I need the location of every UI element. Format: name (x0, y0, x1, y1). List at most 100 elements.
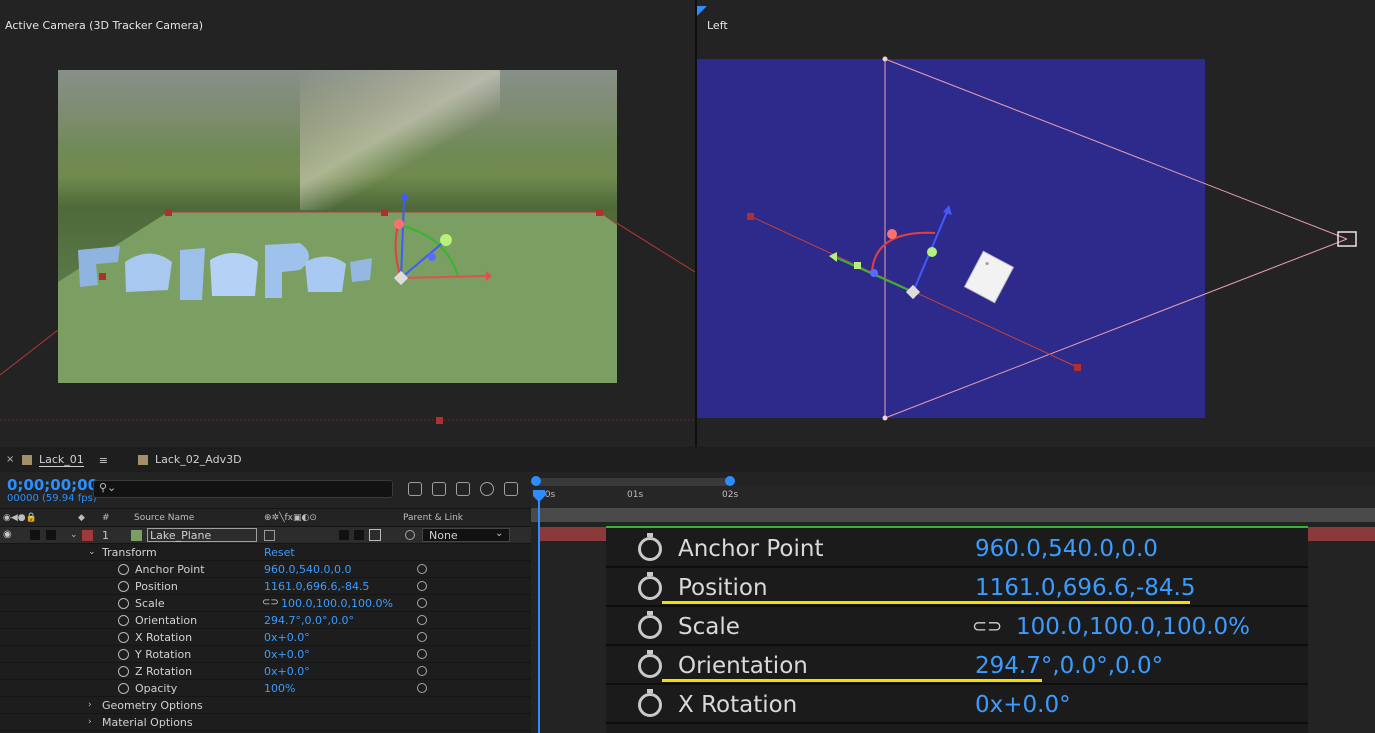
stopwatch-icon[interactable] (118, 666, 129, 677)
column-number: # (102, 513, 110, 523)
stopwatch-icon (638, 533, 662, 561)
time-ruler[interactable]: 00s 01s 02s (531, 486, 1375, 508)
property-row[interactable]: Scale ⊂⊃ 100.0,100.0,100.0% (0, 595, 531, 612)
property-row[interactable]: Y Rotation 0x+0.0° (0, 646, 531, 663)
zoom-property-value: 0x+0.0° (975, 692, 1071, 718)
property-value[interactable]: 0x+0.0° (264, 648, 310, 661)
stopwatch-icon[interactable] (118, 683, 129, 694)
stopwatch-icon[interactable] (118, 649, 129, 660)
motion-blur-icon[interactable] (480, 482, 494, 496)
zoom-property-value: 1161.0,696.6,-84.5 (975, 575, 1196, 601)
corner-handle (596, 209, 603, 216)
zoom-property-name: X Rotation (678, 692, 798, 718)
property-value[interactable]: 100% (264, 682, 295, 695)
constrain-proportions-icon[interactable]: ⊂⊃ (262, 597, 279, 608)
corner-handle (747, 213, 754, 220)
property-row[interactable]: Orientation 294.7°,0.0°,0.0° (0, 612, 531, 629)
pick-whip-icon[interactable] (417, 666, 427, 676)
zoom-row: X Rotation 0x+0.0° (606, 685, 1308, 724)
switches-icon[interactable]: ⊕✲╲fx▣◐⊙ (264, 513, 317, 523)
property-name: X Rotation (135, 631, 193, 644)
property-value[interactable]: 0x+0.0° (264, 665, 310, 678)
av-features-icon[interactable]: ◉◀●🔒 (3, 513, 37, 523)
pick-whip-icon[interactable] (417, 683, 427, 693)
solo-toggle[interactable] (30, 530, 40, 540)
column-parent-link[interactable]: Parent & Link (403, 513, 463, 523)
close-icon[interactable]: × (6, 454, 14, 465)
reset-link[interactable]: Reset (264, 546, 295, 559)
lock-toggle[interactable] (46, 530, 56, 540)
group-label: Material Options (102, 716, 193, 729)
stopwatch-icon[interactable] (118, 632, 129, 643)
chevron-down-icon[interactable]: ⌄ (495, 528, 503, 539)
zoom-property-value: 960.0,540.0,0.0 (975, 536, 1158, 562)
property-value[interactable]: 1161.0,696.6,-84.5 (264, 580, 369, 593)
group-label: Geometry Options (102, 699, 203, 712)
pick-whip-icon[interactable] (405, 530, 415, 540)
property-value[interactable]: 294.7°,0.0°,0.0° (264, 614, 354, 627)
column-source-name[interactable]: Source Name (134, 513, 194, 523)
stopwatch-icon[interactable] (118, 598, 129, 609)
navigator-end-handle[interactable] (725, 476, 735, 486)
pick-whip-icon[interactable] (417, 598, 427, 608)
property-row[interactable]: Position 1161.0,696.6,-84.5 (0, 578, 531, 595)
property-value[interactable]: 100.0,100.0,100.0% (281, 597, 393, 610)
geometry-options-row[interactable]: › Geometry Options (0, 697, 531, 714)
corner-handle (381, 209, 388, 216)
panel-menu-icon[interactable]: ≡ (99, 454, 108, 467)
chevron-down-icon[interactable]: ⌄ (70, 530, 78, 540)
transform-group-row[interactable]: ⌄ Transform Reset (0, 544, 531, 561)
layer-duration-bar[interactable] (538, 527, 608, 541)
pick-whip-icon[interactable] (417, 649, 427, 659)
active-camera-viewer[interactable]: Active Camera (3D Tracker Camera) (0, 0, 695, 447)
layer-color-label[interactable] (82, 530, 93, 541)
property-name: Orientation (135, 614, 198, 627)
layer-duration-bar[interactable] (1308, 527, 1375, 541)
draft-3d-icon[interactable] (432, 482, 446, 496)
pick-whip-icon[interactable] (417, 564, 427, 574)
property-value[interactable]: 0x+0.0° (264, 631, 310, 644)
zoom-row: Anchor Point 960.0,540.0,0.0 (606, 529, 1308, 568)
corner-handle (436, 417, 443, 424)
layer-name[interactable]: Lake_Plane (147, 528, 257, 542)
left-view-viewer[interactable]: Left (697, 0, 1375, 447)
property-row[interactable]: Z Rotation 0x+0.0° (0, 663, 531, 680)
chevron-down-icon[interactable]: ⌄ (88, 547, 96, 557)
graph-editor-icon[interactable] (504, 482, 518, 496)
property-row[interactable]: X Rotation 0x+0.0° (0, 629, 531, 646)
pick-whip-icon[interactable] (417, 581, 427, 591)
tab-lack-01[interactable]: Lack_01 ≡ (22, 453, 108, 467)
comp-mini-flowchart-icon[interactable] (408, 482, 422, 496)
3d-layer-switch[interactable] (369, 529, 381, 541)
current-time-indicator[interactable] (538, 490, 540, 733)
column-header: ◉◀●🔒 ◆ # Source Name ⊕✲╲fx▣◐⊙ Parent & L… (0, 508, 531, 527)
stopwatch-icon[interactable] (118, 615, 129, 626)
time-navigator[interactable] (535, 478, 730, 486)
pick-whip-icon[interactable] (417, 632, 427, 642)
switch-box[interactable] (339, 530, 349, 540)
stopwatch-icon[interactable] (118, 581, 129, 592)
navigator-start-handle[interactable] (531, 476, 541, 486)
stopwatch-icon[interactable] (118, 564, 129, 575)
work-area-bar[interactable] (531, 508, 1375, 522)
switch-box[interactable] (354, 530, 364, 540)
layer-search-input[interactable] (93, 480, 393, 498)
layer-row[interactable]: ◉ ⌄ 1 Lake_Plane None ⌄ (0, 527, 531, 544)
current-time-display[interactable]: 0;00;00;00 (7, 476, 98, 494)
property-row[interactable]: Opacity 100% (0, 680, 531, 697)
tab-lack-02-adv3d[interactable]: Lack_02_Adv3D (138, 453, 242, 466)
property-row[interactable]: Anchor Point 960.0,540.0,0.0 (0, 561, 531, 578)
property-name: Position (135, 580, 178, 593)
frame-blending-icon[interactable] (456, 482, 470, 496)
pick-whip-icon[interactable] (417, 615, 427, 625)
chevron-right-icon[interactable]: › (88, 700, 92, 710)
property-value[interactable]: 960.0,540.0,0.0 (264, 563, 351, 576)
chevron-right-icon[interactable]: › (88, 717, 92, 727)
eye-icon[interactable]: ◉ (3, 529, 12, 540)
transform-label: Transform (102, 546, 157, 559)
ruler-tick: 01s (627, 490, 644, 500)
shy-switch[interactable] (264, 530, 275, 541)
material-options-row[interactable]: › Material Options (0, 714, 531, 731)
corner-handle (165, 209, 172, 216)
label-icon[interactable]: ◆ (78, 513, 85, 523)
